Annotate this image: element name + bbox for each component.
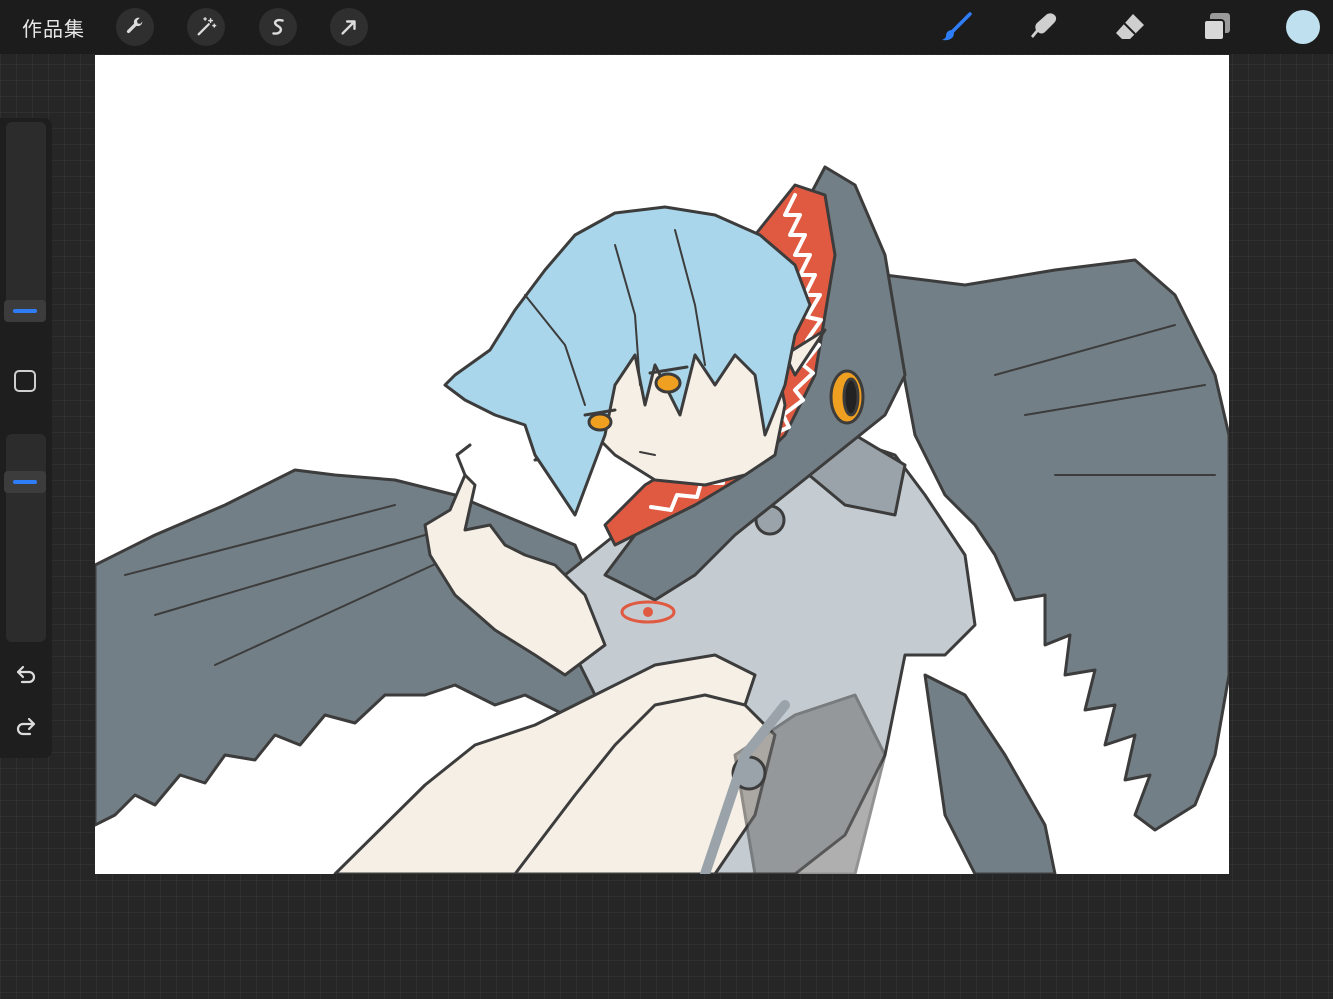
opacity-slider[interactable] [6, 434, 46, 642]
brush-button[interactable] [940, 10, 974, 44]
actions-button[interactable] [116, 8, 154, 46]
gallery-button[interactable]: 作品集 [22, 13, 85, 42]
left-eye [587, 412, 613, 432]
selection-button[interactable] [259, 8, 297, 46]
layers-button[interactable] [1200, 10, 1234, 44]
undo-button[interactable] [12, 660, 40, 688]
arrow-cursor-icon [341, 20, 356, 35]
eraser-icon [1116, 14, 1144, 39]
selection-s-icon [272, 18, 284, 35]
opacity-thumb[interactable] [4, 471, 46, 493]
layers-icon [1203, 13, 1230, 41]
eraser-button[interactable] [1113, 10, 1147, 44]
redo-icon [16, 717, 36, 736]
brush-size-thumb[interactable] [4, 300, 46, 322]
magic-wand-icon [197, 17, 217, 36]
transform-button[interactable] [330, 8, 368, 46]
adjustments-button[interactable] [187, 8, 225, 46]
modify-button[interactable] [14, 370, 36, 392]
drawing-canvas[interactable] [95, 55, 1229, 874]
size-slider-icon [13, 309, 37, 313]
smudge-finger-icon [1031, 13, 1057, 38]
left-sidebar [0, 118, 52, 758]
wrench-icon [126, 17, 143, 34]
opacity-slider-icon [13, 480, 37, 484]
undo-icon [16, 665, 36, 684]
brush-size-slider[interactable] [6, 122, 46, 322]
smudge-button[interactable] [1027, 10, 1061, 44]
artwork [95, 165, 1229, 874]
right-eye [654, 372, 682, 394]
color-picker-button[interactable] [1286, 10, 1320, 44]
redo-button[interactable] [12, 712, 40, 740]
top-toolbar: 作品集 [0, 0, 1333, 54]
brush-icon [942, 12, 972, 41]
